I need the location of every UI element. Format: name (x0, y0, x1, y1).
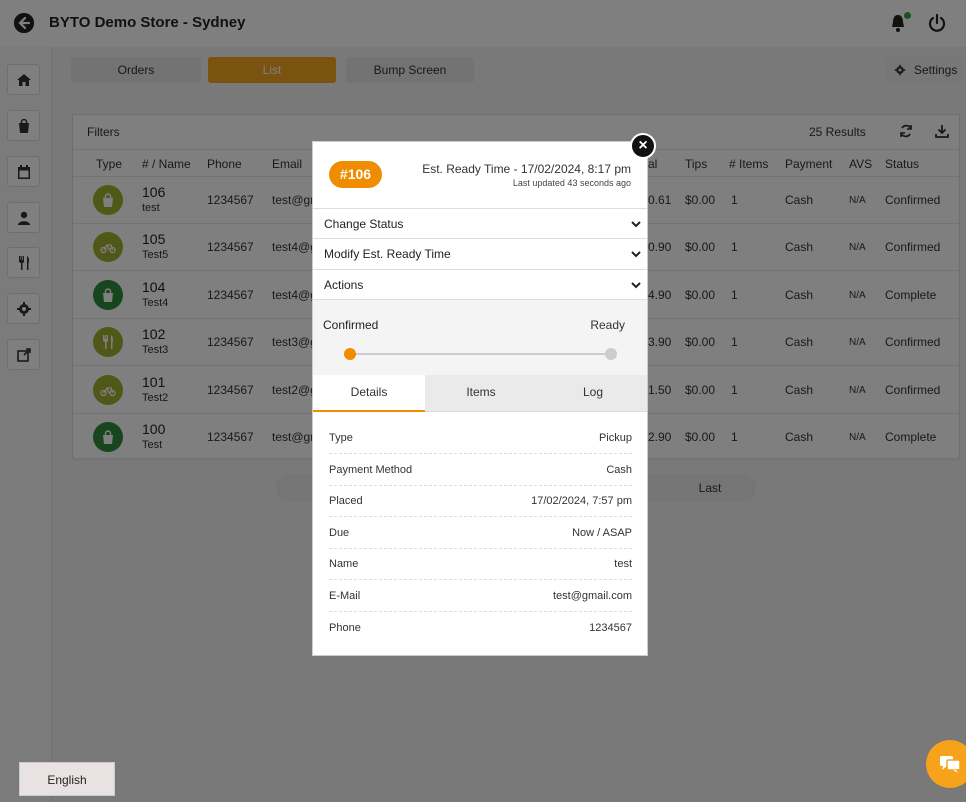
detail-label: Name (329, 558, 359, 570)
detail-value: 17/02/2024, 7:57 pm (531, 495, 632, 507)
accordion-label: Modify Est. Ready Time (324, 247, 451, 261)
tab-log[interactable]: Log (537, 375, 649, 412)
accordion-label: Change Status (324, 217, 404, 231)
status-progress: Confirmed Ready (313, 299, 647, 375)
detail-value: test (614, 558, 632, 570)
detail-row: Due Now / ASAP (329, 517, 632, 549)
est-ready-value: 17/02/2024, 8:17 pm (520, 162, 631, 176)
detail-label: Type (329, 432, 353, 444)
last-updated: Last updated 43 seconds ago (512, 178, 631, 188)
est-ready-label: Est. Ready Time - (422, 162, 521, 176)
detail-row: Type Pickup (329, 422, 632, 454)
accordion-label: Actions (324, 278, 364, 292)
detail-row: Name test (329, 548, 632, 580)
chevron-down-icon (631, 251, 641, 258)
detail-value: Now / ASAP (572, 527, 632, 539)
detail-value: 1234567 (589, 622, 632, 634)
detail-label: Payment Method (329, 464, 413, 476)
actions-accordion[interactable]: Actions (313, 269, 647, 300)
detail-row: Phone 1234567 (329, 612, 632, 644)
status-to-label: Ready (590, 318, 625, 332)
detail-value: Pickup (598, 432, 632, 444)
change-status-accordion[interactable]: Change Status (313, 208, 647, 239)
progress-track (349, 353, 611, 355)
detail-label: Phone (329, 622, 361, 634)
est-ready-time: Est. Ready Time - 17/02/2024, 8:17 pm (422, 162, 631, 176)
detail-value: test@gmail.com (552, 590, 632, 602)
detail-label: Due (329, 527, 350, 539)
tab-details[interactable]: Details (313, 375, 425, 412)
order-detail-modal: #106 Est. Ready Time - 17/02/2024, 8:17 … (312, 141, 648, 656)
detail-label: Placed (329, 495, 363, 507)
status-from-label: Confirmed (323, 318, 379, 332)
tab-items[interactable]: Items (425, 375, 537, 412)
order-number-badge: #106 (329, 161, 382, 188)
detail-row: Placed 17/02/2024, 7:57 pm (329, 485, 632, 517)
detail-label: E-Mail (329, 590, 361, 602)
progress-end-dot[interactable] (605, 348, 617, 360)
modify-ready-time-accordion[interactable]: Modify Est. Ready Time (313, 238, 647, 269)
detail-row: Payment Method Cash (329, 454, 632, 486)
language-selector[interactable]: English (19, 762, 115, 796)
chevron-down-icon (631, 282, 641, 289)
close-modal-button[interactable]: × (630, 133, 656, 159)
chat-button[interactable] (926, 740, 966, 788)
progress-start-dot[interactable] (344, 348, 356, 360)
chevron-down-icon (631, 221, 641, 228)
detail-row: E-Mail test@gmail.com (329, 580, 632, 612)
chat-icon (940, 756, 961, 773)
detail-value: Cash (606, 464, 632, 476)
modal-tabs: Details Items Log (313, 375, 647, 412)
